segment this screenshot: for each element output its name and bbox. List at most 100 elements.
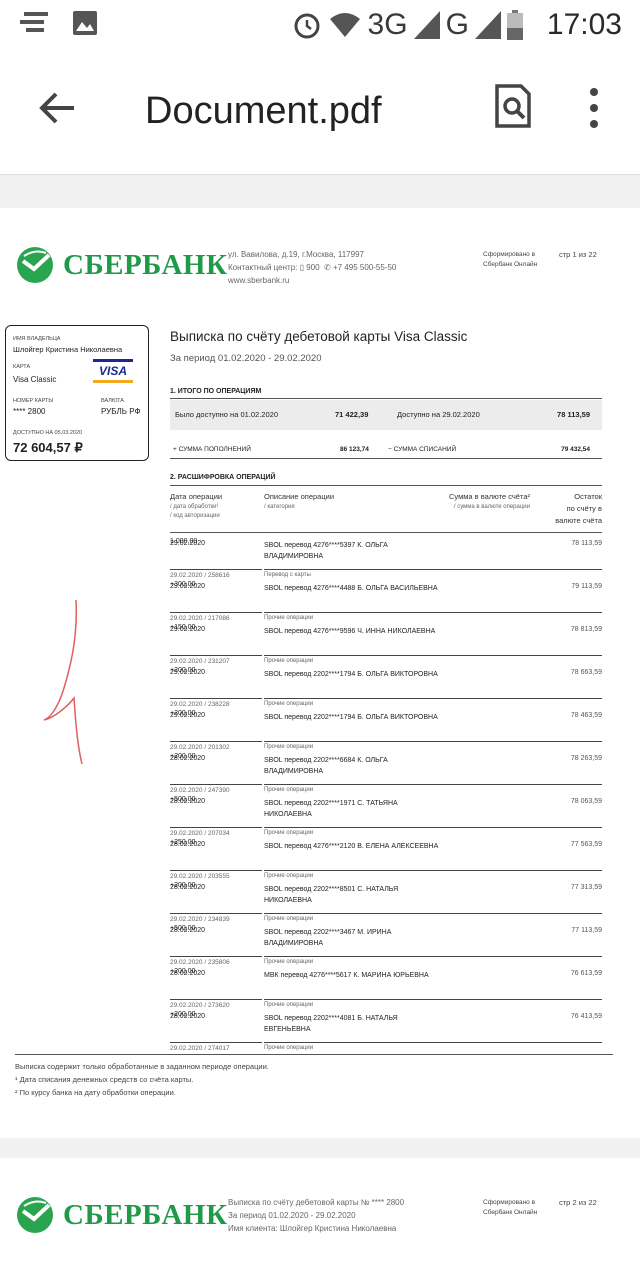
image-icon xyxy=(73,11,97,35)
row-processing: 29.02.2020 / 207034 xyxy=(170,827,262,837)
row-balance: 78 813,59 xyxy=(570,626,602,633)
row-date: 29.02.2020 xyxy=(170,712,206,719)
section-totals-title: 1. ИТОГО ПО ОПЕРАЦИЯМ xyxy=(170,388,262,395)
signal-icon xyxy=(413,11,440,39)
table-row: 28.02.2020 29.02.2020 / 234839 SBOL перево… xyxy=(170,882,602,925)
row-processing: 29.02.2020 / 274017 xyxy=(170,1042,262,1052)
wifi-icon xyxy=(329,13,360,37)
footnote-2: ² По курсу банка на дату обработки опера… xyxy=(15,1088,176,1097)
col-balance-header: Остаток по счёту в валюте счёта xyxy=(540,491,602,527)
row-category: Прочие операции xyxy=(264,698,602,707)
bank-website[interactable]: www.sberbank.ru xyxy=(228,274,396,287)
row-balance: 78 263,59 xyxy=(570,755,602,762)
row-category: Прочие операции xyxy=(264,612,602,621)
row-description: SBOL перевод 2202****4081 Б. НАТАЛЬЯ ЕВГ… xyxy=(264,1015,398,1033)
formed-line1: Сформировано в xyxy=(483,251,536,258)
row-balance: 79 113,59 xyxy=(571,583,602,590)
contact-label: Контактный центр: xyxy=(228,263,298,272)
footnote-0: Выписка содержит только обработанные в з… xyxy=(15,1062,269,1071)
row-balance: 78 463,59 xyxy=(570,712,602,719)
income-label: + СУММА ПОПОЛНЕНИЙ xyxy=(173,446,251,453)
row-processing: 29.02.2020 / 258616 xyxy=(170,569,262,579)
row-date: 28.02.2020 xyxy=(170,798,206,805)
row-date: 28.02.2020 xyxy=(170,970,206,977)
sberbank-logo-icon xyxy=(17,1197,53,1233)
holder-label: ИМЯ ВЛАДЕЛЬЦА xyxy=(13,336,61,342)
more-vert-icon[interactable] xyxy=(583,86,605,130)
row-category: Прочие операции xyxy=(264,1042,602,1051)
divider xyxy=(170,398,602,399)
outcome-label: − СУММА СПИСАНИЙ xyxy=(388,446,457,453)
row-date: 28.02.2020 xyxy=(170,927,206,934)
row-date: 28.02.2020 xyxy=(170,755,206,762)
formed-in: Сформировано в Сбербанк Онлайн xyxy=(483,250,537,270)
row-category: Прочие операции xyxy=(264,913,602,922)
row-processing: 29.02.2020 / 247390 xyxy=(170,784,262,794)
start-balance-label: Было доступно на 01.02.2020 xyxy=(175,410,278,419)
row-description: SBOL перевод 4276****4488 Б. ОЛЬГА ВАСИЛ… xyxy=(264,585,438,592)
row-balance: 76 613,59 xyxy=(570,970,602,977)
col-balance-label2: по счёту в xyxy=(566,504,602,513)
row-category: Прочие операции xyxy=(264,956,602,965)
handwritten-mark xyxy=(43,599,83,765)
row-category: Прочие операции xyxy=(264,741,602,750)
currency: РУБЛЬ РФ xyxy=(101,407,141,416)
row-processing: 29.02.2020 / 231207 xyxy=(170,655,262,665)
table-row: 29.02.2020 29.02.2020 / 258616 SBOL перево… xyxy=(170,538,602,581)
network-3g-label: 3G xyxy=(367,8,408,41)
table-row: 28.02.2020 29.02.2020 / 207034 SBOL перево… xyxy=(170,796,602,839)
row-date: 29.02.2020 xyxy=(170,583,206,590)
row-processing: 29.02.2020 / 234839 xyxy=(170,913,262,923)
row-description: SBOL перевод 4276****2120 В. ЕЛЕНА АЛЕКС… xyxy=(264,843,439,850)
bank-contact-info: ул. Вавилова, д.19, г.Москва, 117997 Кон… xyxy=(228,248,396,287)
available-amount: 72 604,57 ₽ xyxy=(13,440,83,455)
section-operations-title: 2. РАСШИФРОВКА ОПЕРАЦИЙ xyxy=(170,474,276,481)
divider xyxy=(170,532,602,533)
available-label: ДОСТУПНО НА 05.03.2020 xyxy=(13,430,83,436)
row-processing: 29.02.2020 / 273620 xyxy=(170,999,262,1009)
row-category: Прочие операции xyxy=(264,655,602,664)
pdf-page-2[interactable]: СБЕРБАНК Выписка по счёту дебетовой карт… xyxy=(0,1158,640,1280)
row-processing: 29.02.2020 / 201302 xyxy=(170,741,262,751)
notification-icon xyxy=(20,12,48,32)
row-category: Прочие операции xyxy=(264,999,602,1008)
row-description: SBOL перевод 4276****9596 Ч. ИННА НИКОЛА… xyxy=(264,628,436,635)
start-balance-value: 71 422,39 xyxy=(335,410,369,419)
contact-center: Контактный центр: ▯ 900 ✆ +7 495 500-55-… xyxy=(228,263,397,272)
row-processing: 29.02.2020 / 238228 xyxy=(170,698,262,708)
card-type: Visa Classic xyxy=(13,375,57,384)
footnote-1: ¹ Дата списания денежных средств со счёт… xyxy=(15,1075,194,1084)
row-balance: 78 663,59 xyxy=(570,669,602,676)
page-counter: стр 2 из 22 xyxy=(559,1198,597,1207)
pdf-page-1[interactable]: СБЕРБАНК ул. Вавилова, д.19, г.Москва, 1… xyxy=(0,208,640,1138)
row-date: 28.02.2020 xyxy=(170,1013,206,1020)
contact-short: 900 xyxy=(306,263,320,272)
totals-box: Было доступно на 01.02.2020 71 422,39 До… xyxy=(170,400,602,430)
formed-line2: Сбербанк Онлайн xyxy=(483,1209,538,1216)
row-date: 28.02.2020 xyxy=(170,884,206,891)
card-number-label: НОМЕР КАРТЫ xyxy=(13,398,54,404)
table-row: 28.02.2020 29.02.2020 / 235806 SBOL перево… xyxy=(170,925,602,968)
statement-period: За период 01.02.2020 - 29.02.2020 xyxy=(170,353,322,364)
col-date-label: Дата операции xyxy=(170,492,223,501)
end-balance-label: Доступно на 29.02.2020 xyxy=(397,410,480,419)
row-description: SBOL перевод 2202****1794 Б. ОЛЬГА ВИКТО… xyxy=(264,714,438,721)
app-bar: Document.pdf xyxy=(0,50,640,175)
col-desc-label: Описание операции xyxy=(264,492,335,501)
page2-line1: Выписка по счёту дебетовой карты № **** … xyxy=(228,1198,405,1207)
income-value: 86 123,74 xyxy=(340,446,369,453)
row-description: SBOL перевод 2202****8501 С. НАТАЛЬЯ НИК… xyxy=(264,886,399,904)
col-date-sub1: / дата обработки¹ xyxy=(170,504,219,510)
divider xyxy=(170,485,602,486)
search-document-icon[interactable] xyxy=(493,84,533,128)
table-row: 28.02.2020 29.02.2020 / 274017 SBOL перево… xyxy=(170,1011,602,1054)
back-arrow-icon[interactable] xyxy=(36,86,80,130)
formed-in: Сформировано в Сбербанк Онлайн xyxy=(483,1198,537,1218)
page2-line3: Имя клиента: Шлойгер Кристина Николаевна xyxy=(228,1224,397,1233)
holder-name: Шлойгер Кристина Николаевна xyxy=(13,345,123,354)
row-processing: 29.02.2020 / 203555 xyxy=(170,870,262,880)
row-balance: 77 313,59 xyxy=(570,884,602,891)
visa-logo: VISA xyxy=(93,359,133,383)
table-row: 29.02.2020 29.02.2020 / 217086 SBOL перево… xyxy=(170,581,602,624)
sberbank-logo-text: СБЕРБАНК xyxy=(63,1198,228,1231)
